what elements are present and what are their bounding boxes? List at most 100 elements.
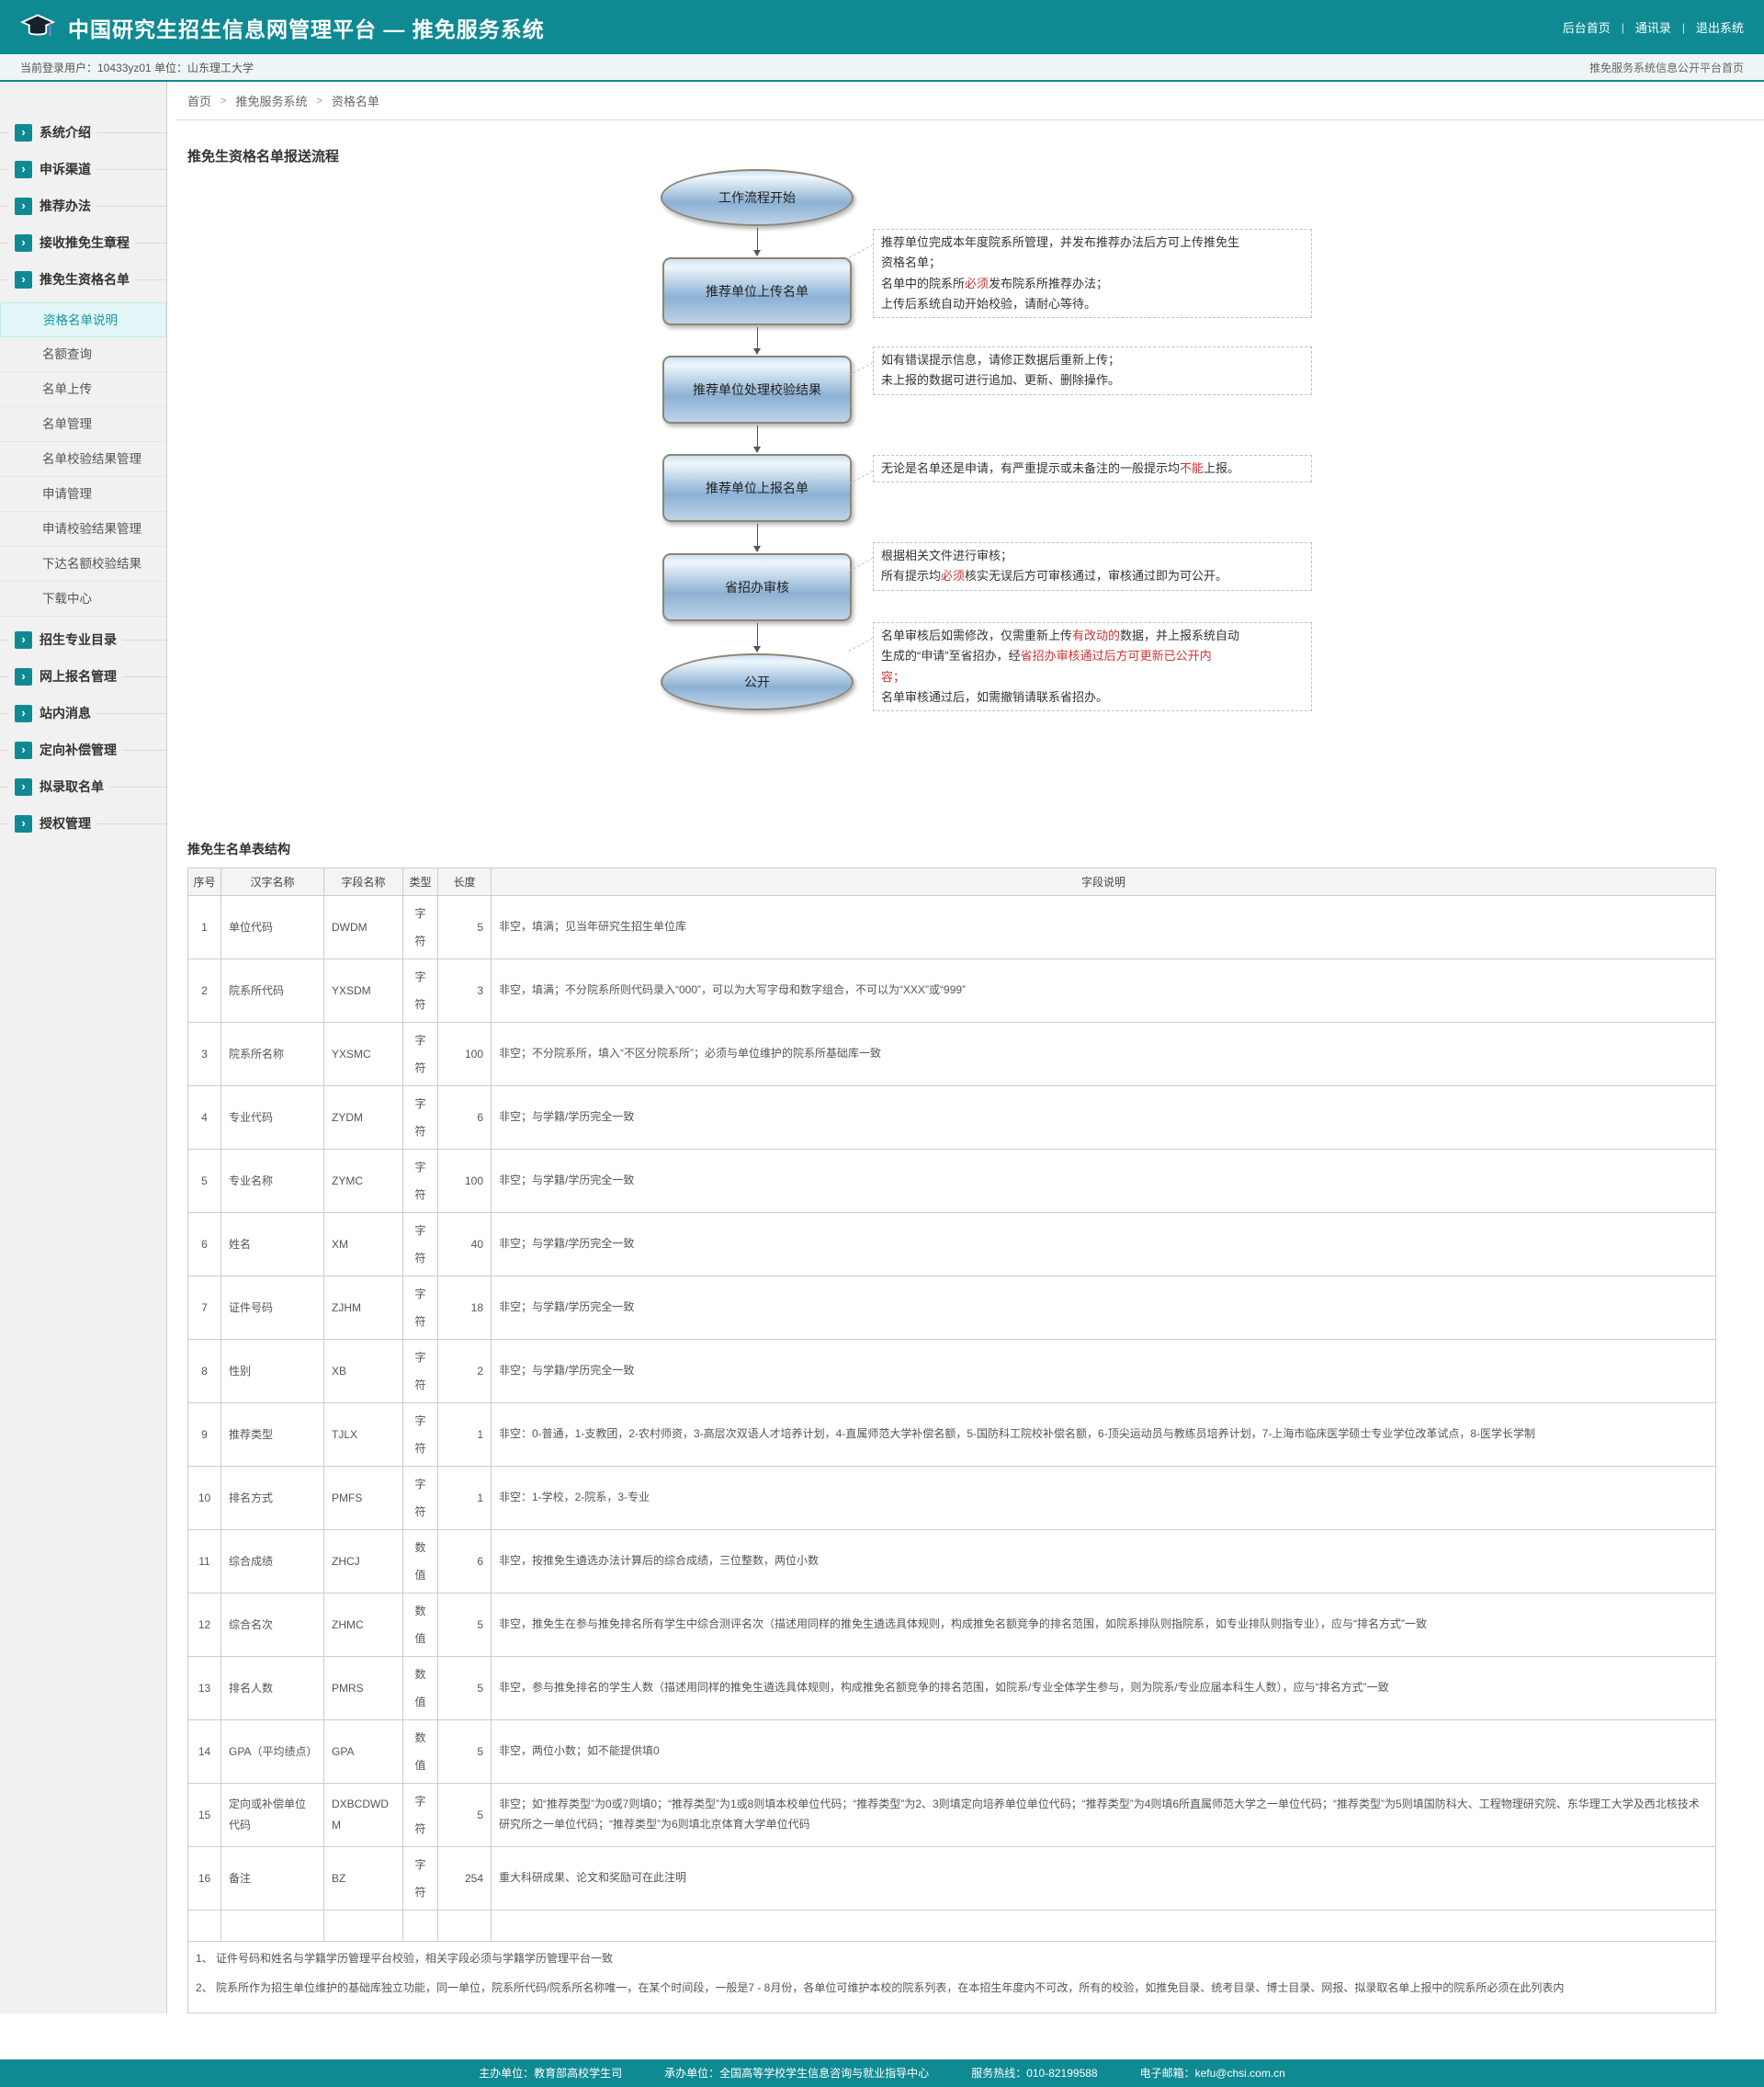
cell-no: 5 [188,1150,221,1213]
sidebar-item-4-1[interactable]: 名额查询 [0,337,166,372]
sidebar-group-rule [0,640,8,641]
header-link-1[interactable]: 通讯录 [1635,18,1671,36]
header-link-2[interactable]: 退出系统 [1696,18,1744,36]
cell-name: 姓名 [221,1213,324,1276]
sidebar-group-9[interactable]: ›拟录取名单 [0,773,166,800]
annotation-text: 如有错误提示信息，请修正数据后重新上传； [881,353,1120,367]
cell-type: 数值 [403,1530,438,1594]
cell-name: 综合成绩 [221,1530,324,1594]
sidebar-group-7[interactable]: ›站内消息 [0,699,166,727]
sidebar-item-4-6[interactable]: 申请校验结果管理 [0,512,166,547]
sidebar-group-2[interactable]: ›推荐办法 [0,192,166,220]
empty-cell [324,1911,403,1942]
sidebar-item-4-8[interactable]: 下载中心 [0,582,166,617]
cell-desc: 非空；与学籍/学历完全一致 [492,1340,1716,1403]
cell-len: 100 [438,1023,492,1086]
cell-no: 10 [188,1467,221,1530]
sidebar-group-rule [0,787,8,788]
cell-no: 11 [188,1530,221,1594]
table-row: 15定向或补偿单位代码DXBCDWDM字符5非空；如“推荐类型”为0或7则填0；… [188,1784,1716,1847]
flow-annotation-4: 名单审核后如需修改，仅需重新上传有改动的数据，并上报系统自动生成的“申请”至省招… [873,622,1312,711]
cell-desc: 非空；不分院系所，填入“不区分院系所”；必须与单位维护的院系所基础库一致 [492,1023,1716,1086]
cell-desc: 非空：1-学校，2-院系，3-专业 [492,1467,1716,1530]
sidebar-group-rule [135,279,166,280]
highlight-red-text: 有改动的 [1072,629,1120,642]
flow-annotation-line: 未上报的数据可进行追加、更新、删除操作。 [881,370,1304,391]
sidebar-group-rule [96,823,166,824]
breadcrumb-item-2[interactable]: 资格名单 [332,92,379,109]
flowchart: 工作流程开始推荐单位上传名单推荐单位处理校验结果推荐单位上报名单省招办审核公开推… [176,165,1764,809]
cell-no: 8 [188,1340,221,1403]
public-platform-home-link[interactable]: 推免服务系统信息公开平台首页 [1589,60,1744,75]
sidebar-group-rule [122,676,166,677]
sidebar-group-rule [0,279,8,280]
sidebar-group-rule [122,640,166,641]
sidebar-group-6[interactable]: ›网上报名管理 [0,663,166,690]
cell-name: 院系所名称 [221,1023,324,1086]
cell-field: GPA [324,1720,403,1784]
sidebar-group-rule [96,206,166,207]
sidebar-group-label: 接收推免生章程 [40,233,135,252]
cell-name: 专业代码 [221,1086,324,1150]
sidebar-group-rule [0,713,8,714]
cell-desc: 非空：0-普通，1-支教团，2-农村师资，3-高层次双语人才培养计划，4-直属师… [492,1403,1716,1467]
cell-field: TJLX [324,1403,403,1467]
annotation-text: 无论是名单还是申请，有严重提示或未备注的一般提示均 [881,461,1180,475]
empty-cell [403,1911,438,1942]
chevron-right-icon: › [15,631,32,649]
cell-no: 16 [188,1847,221,1911]
sidebar-item-4-5[interactable]: 申请管理 [0,477,166,512]
cell-type: 字符 [403,1023,438,1086]
cell-desc: 重大科研成果、论文和奖励可在此注明 [492,1847,1716,1911]
flow-annotation-line: 名单中的院系所必须发布院系所推荐办法； [881,274,1304,294]
cell-len: 6 [438,1086,492,1150]
footer-item-1: 承办单位：全国高等学校学生信息咨询与就业指导中心 [664,2065,929,2081]
annotation-text: 上传后系统自动开始校验，请耐心等待。 [881,297,1096,311]
flow-annotation-line: 推荐单位完成本年度院系所管理，并发布推荐办法后方可上传推免生 [881,233,1304,253]
sidebar-item-4-2[interactable]: 名单上传 [0,372,166,407]
sidebar-group-1[interactable]: ›申诉渠道 [0,155,166,183]
flow-annotation-line: 容； [881,667,1304,687]
sidebar-item-4-4[interactable]: 名单校验结果管理 [0,442,166,477]
flow-annotation-line: 所有提示均必须核实无误后方可审核通过，审核通过即为可公开。 [881,566,1304,586]
breadcrumb-item-1[interactable]: 推免服务系统 [235,92,307,109]
flow-step-0: 工作流程开始 [661,169,854,226]
cell-field: BZ [324,1847,403,1911]
chevron-right-icon: › [15,742,32,759]
sidebar-item-4-3[interactable]: 名单管理 [0,407,166,442]
table-row: 13排名人数PMRS数值5非空，参与推免排名的学生人数（描述用同样的推免生遴选具… [188,1657,1716,1720]
cell-no: 14 [188,1720,221,1784]
sidebar-group-8[interactable]: ›定向补偿管理 [0,736,166,764]
annotation-text: 生成的“申请”至省招办，经 [881,649,1021,663]
footer-item-2: 服务热线：010-82199588 [971,2065,1097,2081]
flow-annotation-line: 资格名单； [881,253,1304,273]
sidebar-group-5[interactable]: ›招生专业目录 [0,626,166,653]
highlight-red-text: 必须 [941,569,965,583]
cell-field: XB [324,1340,403,1403]
sidebar-item-4-7[interactable]: 下达名额校验结果 [0,547,166,582]
header-link-0[interactable]: 后台首页 [1563,18,1611,36]
sidebar-item-4-0[interactable]: 资格名单说明 [0,302,166,337]
sidebar-group-10[interactable]: ›授权管理 [0,810,166,837]
footer-item-0: 主办单位：教育部高校学生司 [479,2065,622,2081]
table-header-cell: 长度 [438,868,492,896]
table-row: 3院系所名称YXSMC字符100非空；不分院系所，填入“不区分院系所”；必须与单… [188,1023,1716,1086]
cell-len: 1 [438,1403,492,1467]
breadcrumb-item-0[interactable]: 首页 [187,92,211,109]
sidebar-group-3[interactable]: ›接收推免生章程 [0,229,166,256]
cell-no: 6 [188,1213,221,1276]
sidebar-group-rule [0,206,8,207]
sidebar-group-0[interactable]: ›系统介绍 [0,119,166,146]
chevron-right-icon: › [15,161,32,178]
cell-len: 254 [438,1847,492,1911]
cell-type: 字符 [403,1403,438,1467]
cell-desc: 非空；如“推荐类型”为0或7则填0；“推荐类型”为1或8则填本校单位代码；“推荐… [492,1784,1716,1847]
cell-name: 定向或补偿单位代码 [221,1784,324,1847]
table-notes-cell: 1、 证件号码和姓名与学籍学历管理平台校验，相关字段必须与学籍学历管理平台一致2… [188,1942,1716,2013]
sidebar-group-4[interactable]: ›推免生资格名单 [0,266,166,293]
highlight-red-text: 必须 [965,277,989,290]
table-row: 5专业名称ZYMC字符100非空；与学籍/学历完全一致 [188,1150,1716,1213]
flow-annotation-line: 上传后系统自动开始校验，请耐心等待。 [881,294,1304,314]
annotation-text: 名单中的院系所 [881,277,965,290]
cell-name: 排名人数 [221,1657,324,1720]
